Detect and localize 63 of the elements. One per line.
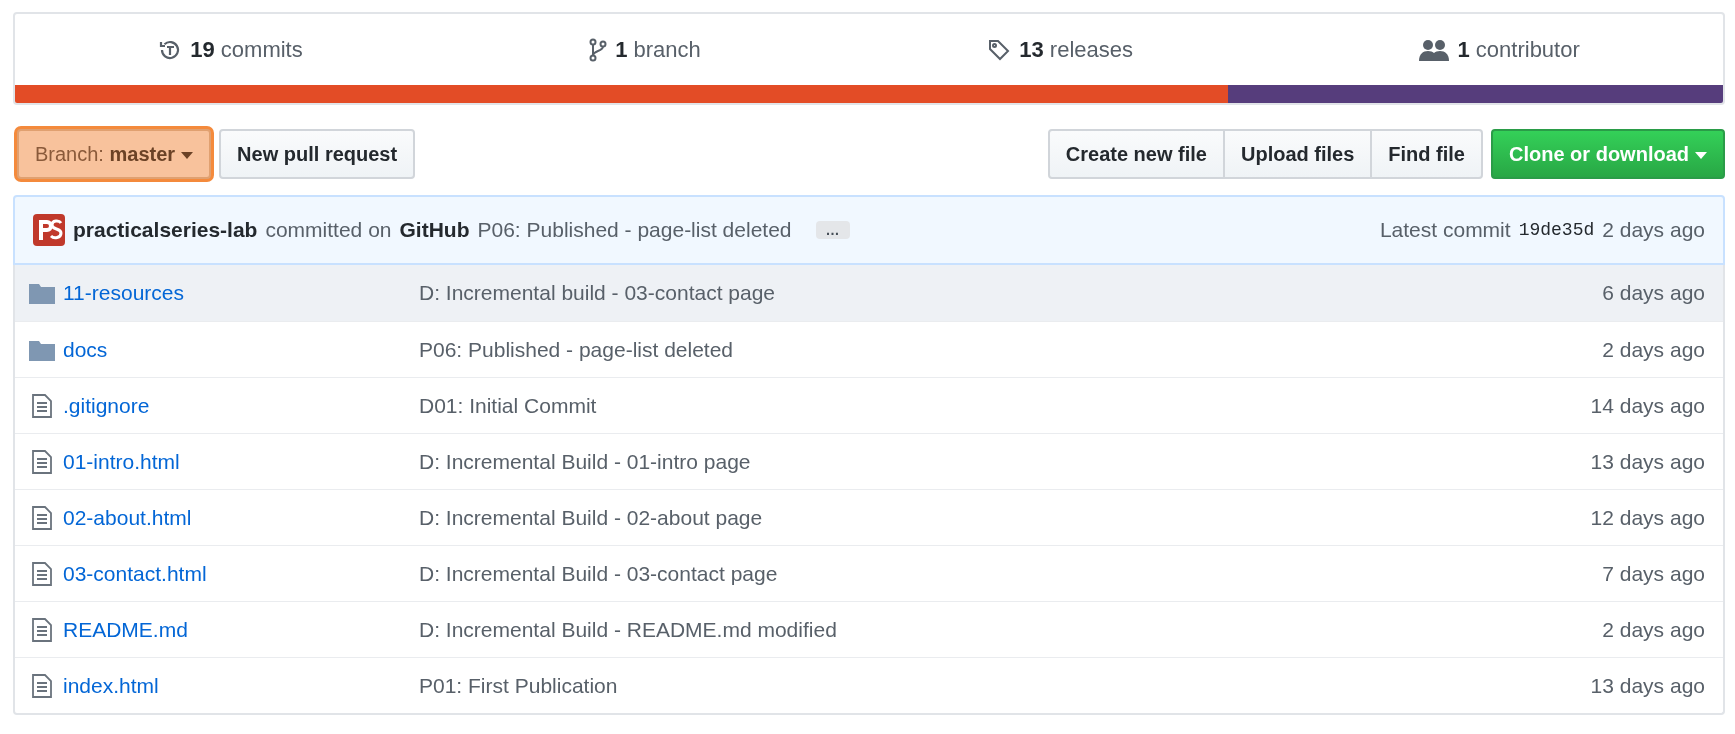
file-name-link[interactable]: 03-contact.html [63, 557, 207, 590]
file-name-link[interactable]: README.md [63, 613, 188, 646]
caret-icon [181, 151, 194, 160]
file-action-button[interactable]: Upload files [1222, 129, 1373, 179]
file-row[interactable]: docs P06: Published - page-list deleted 2 days ago [15, 321, 1723, 377]
stat-link[interactable]: 1 contributor [1419, 33, 1580, 66]
file-icon [29, 561, 55, 586]
stat-link[interactable]: 19 commits [158, 33, 303, 66]
file-row[interactable]: 11-resources D: Incremental build - 03-contact page 6 days ago [15, 265, 1723, 321]
file-row[interactable]: README.md D: Incremental Build - README.md modified 2 days ago [15, 601, 1723, 657]
stat-link[interactable]: 1 branch [589, 33, 701, 66]
file-icon [29, 617, 55, 642]
file-row[interactable]: .gitignore D01: Initial Commit 14 days ago [15, 377, 1723, 433]
file-row[interactable]: 03-contact.html D: Incremental Build - 03-contact page 7 days ago [15, 545, 1723, 601]
commit-age: 2 days ago [1602, 336, 1705, 363]
new-pull-request-button[interactable]: New pull request [219, 129, 416, 179]
commit-age: 14 days ago [1590, 392, 1705, 419]
file-action-button[interactable]: Create new file [1047, 129, 1225, 179]
caret-icon [1695, 151, 1707, 160]
commit-age: 13 days ago [1590, 672, 1705, 699]
commit-age: 2 days ago [1602, 616, 1705, 643]
file-row[interactable]: index.html P01: First Publication 13 days ago [15, 657, 1723, 713]
file-action-button[interactable]: Find file [1370, 129, 1483, 179]
commit-message-link[interactable]: D: Incremental Build - 01-intro page [419, 449, 751, 473]
commit-message-link[interactable]: D: Incremental Build - 03-contact page [419, 561, 778, 585]
avatar-logo [33, 214, 65, 246]
branch-icon [589, 37, 608, 62]
latest-commit-label: Latest commit [1379, 217, 1511, 244]
file-name-link[interactable]: docs [63, 333, 108, 366]
commit-age: 2 days ago [1602, 217, 1705, 244]
file-name-link[interactable]: 01-intro.html [63, 445, 180, 478]
commit-sha-link[interactable]: 19de35d [1518, 216, 1595, 244]
commit-age: 13 days ago [1590, 448, 1705, 475]
commit-message-link[interactable]: P06: Published - page-list deleted [419, 337, 734, 361]
commit-message-link[interactable]: P06: Published - page-list deleted [477, 214, 792, 246]
commit-message-link[interactable]: D: Incremental build - 03-contact page [419, 281, 776, 305]
branch-select-button[interactable]: Branch: master [17, 129, 212, 179]
commit-message-link[interactable]: D: Incremental Build - 02-about page [419, 505, 763, 529]
commit-age: 12 days ago [1590, 504, 1705, 531]
file-row[interactable]: 02-about.html D: Incremental Build - 02-about page 12 days ago [15, 489, 1723, 545]
expand-message-button[interactable]: … [815, 221, 850, 239]
tag-icon [987, 37, 1012, 62]
commit-message-link[interactable]: P01: First Publication [419, 673, 618, 697]
commit-age: 6 days ago [1602, 280, 1705, 307]
folder-icon [29, 338, 55, 361]
file-row[interactable]: 01-intro.html D: Incremental Build - 01-intro page 13 days ago [15, 433, 1723, 489]
file-icon [29, 393, 55, 418]
commit-action-text: committed on [265, 217, 392, 244]
file-name-link[interactable]: 02-about.html [63, 501, 192, 534]
file-name-link[interactable]: index.html [63, 669, 159, 702]
file-name-link[interactable]: 11-resources [63, 277, 184, 309]
stat-link[interactable]: 13 releases [987, 33, 1133, 66]
file-name-link[interactable]: .gitignore [63, 389, 150, 422]
author-link[interactable]: practicalseries-lab [73, 214, 258, 246]
commit-message-link[interactable]: D: Incremental Build - README.md modified [419, 617, 837, 641]
folder-icon [29, 282, 55, 304]
file-icon [29, 449, 55, 474]
platform-name: GitHub [399, 217, 470, 244]
file-icon [29, 505, 55, 530]
commit-message-link[interactable]: D01: Initial Commit [419, 393, 597, 417]
people-icon [1419, 38, 1450, 61]
file-icon [29, 673, 55, 698]
commit-age: 7 days ago [1602, 560, 1705, 587]
